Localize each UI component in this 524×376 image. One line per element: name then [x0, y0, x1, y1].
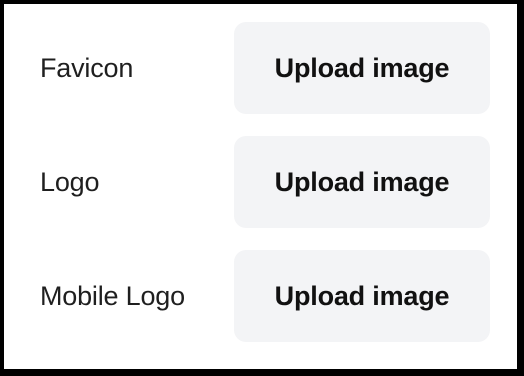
branding-settings-panel: Favicon Upload image Logo Upload image M… [4, 4, 517, 369]
favicon-row: Favicon Upload image [4, 22, 517, 114]
mobile-logo-row: Mobile Logo Upload image [4, 250, 517, 342]
favicon-upload-button[interactable]: Upload image [234, 22, 490, 114]
favicon-label: Favicon [40, 53, 134, 83]
logo-label: Logo [40, 167, 100, 197]
mobile-logo-upload-button[interactable]: Upload image [234, 250, 490, 342]
mobile-logo-label: Mobile Logo [40, 281, 185, 311]
logo-upload-button[interactable]: Upload image [234, 136, 490, 228]
logo-row: Logo Upload image [4, 136, 517, 228]
